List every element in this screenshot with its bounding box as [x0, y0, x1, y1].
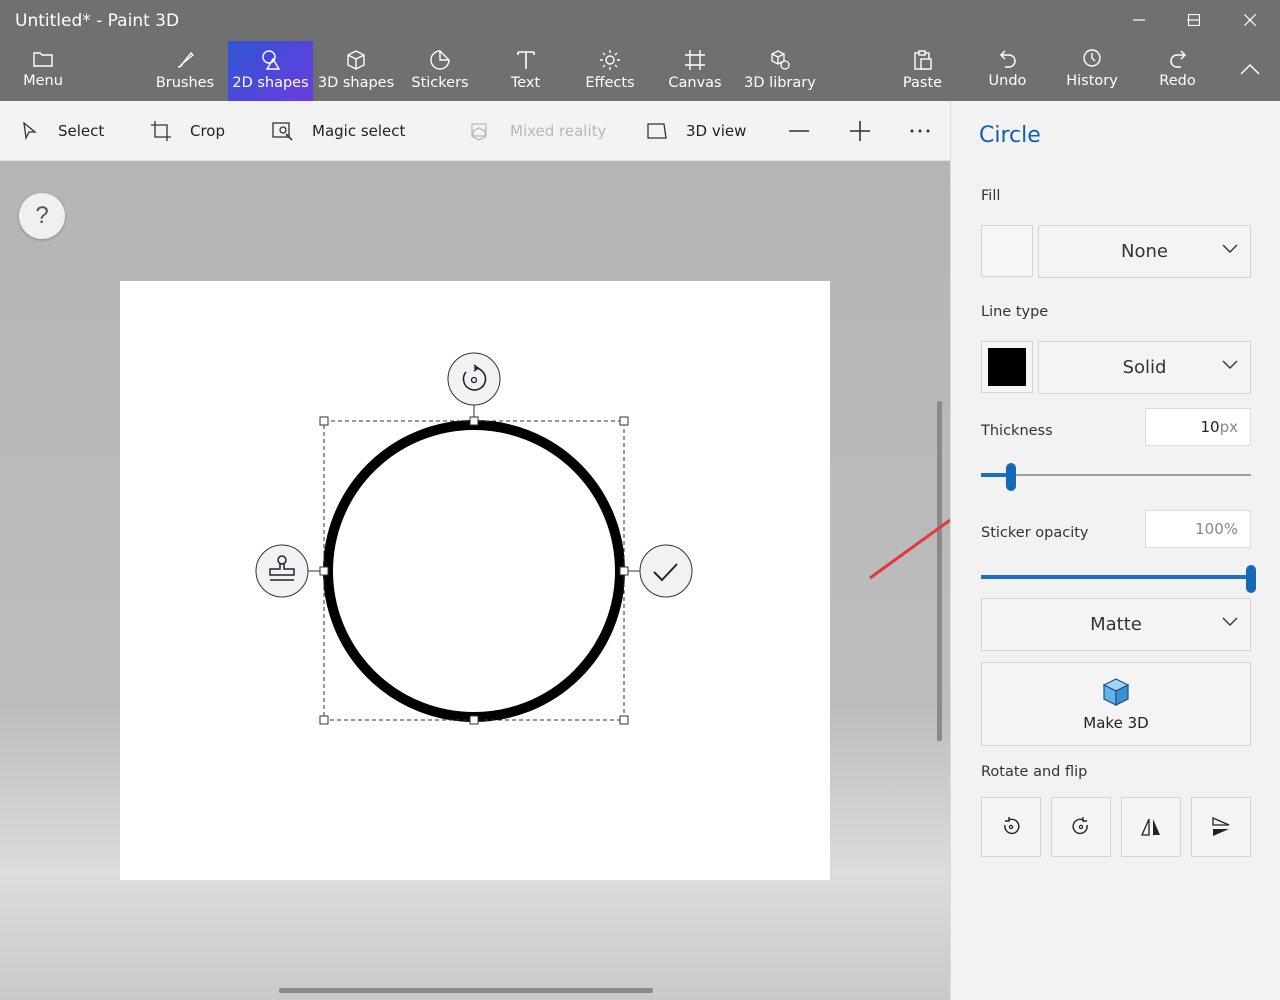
fill-label: Fill: [981, 188, 1001, 204]
chevron-down-icon: [1222, 244, 1238, 253]
undo-label: Undo: [988, 73, 1027, 89]
flip-vertical-icon: [1141, 818, 1160, 836]
flip-horizontal-button[interactable]: [1191, 797, 1251, 857]
make-3d-cube-icon: [1102, 678, 1130, 706]
history-icon: [1083, 49, 1101, 67]
opacity-value: 100%: [1195, 520, 1238, 538]
flip-horizontal-icon: [1212, 817, 1230, 836]
history-label: History: [1066, 73, 1118, 89]
opacity-input[interactable]: 100%: [1145, 510, 1251, 548]
circle-shape[interactable]: [323, 420, 625, 722]
redo-icon: [1169, 50, 1186, 68]
fill-value: None: [1121, 241, 1168, 262]
maximize-icon: [1188, 14, 1200, 26]
line-type-dropdown[interactable]: Solid: [1038, 341, 1251, 394]
line-color-fill: [988, 348, 1026, 386]
properties-panel: Circle Fill None Line type Solid Thickne…: [950, 101, 1280, 1000]
annotation-arrow: [869, 518, 950, 580]
close-icon: [1244, 14, 1256, 26]
history-button[interactable]: History: [1062, 41, 1122, 101]
close-button[interactable]: [1227, 4, 1273, 36]
make-3d-button[interactable]: Make 3D: [981, 662, 1251, 746]
line-type-value: Solid: [1122, 357, 1167, 378]
chevron-up-icon: [1240, 63, 1260, 75]
thickness-slider-thumb[interactable]: [1005, 463, 1016, 491]
chevron-down-icon: [1222, 617, 1238, 626]
stamp-handle[interactable]: [255, 544, 309, 598]
undo-icon: [999, 50, 1016, 68]
minimize-icon: [1133, 19, 1145, 21]
chevron-down-icon: [1222, 360, 1238, 369]
line-color-swatch[interactable]: [981, 341, 1033, 393]
collapse-ribbon-button[interactable]: [1232, 41, 1268, 101]
flip-vertical-button[interactable]: [1121, 797, 1181, 857]
thickness-slider[interactable]: [981, 463, 1251, 491]
redo-label: Redo: [1159, 73, 1196, 89]
thickness-input[interactable]: 10 px: [1145, 408, 1251, 446]
thickness-unit: px: [1219, 418, 1238, 436]
panel-title: Circle: [979, 123, 1041, 148]
maximize-button[interactable]: [1171, 4, 1217, 36]
rotate-right-button[interactable]: [1051, 797, 1111, 857]
opacity-slider[interactable]: [981, 565, 1256, 593]
canvas-overlay: [255, 352, 950, 725]
rotate-flip-label: Rotate and flip: [981, 764, 1088, 780]
minimize-button-2[interactable]: [1116, 4, 1162, 36]
fill-dropdown[interactable]: None: [1038, 225, 1251, 278]
redo-button[interactable]: Redo: [1150, 41, 1205, 101]
commit-handle[interactable]: [639, 544, 693, 598]
line-type-label: Line type: [981, 304, 1049, 320]
thickness-label: Thickness: [981, 423, 1053, 439]
finish-value: Matte: [1090, 614, 1142, 635]
undo-button[interactable]: Undo: [980, 41, 1035, 101]
rotate-right-icon: [1072, 817, 1088, 835]
rotate-handle[interactable]: [447, 352, 501, 406]
opacity-label: Sticker opacity: [981, 525, 1089, 541]
make-3d-label: Make 3D: [1083, 714, 1149, 732]
thickness-value: 10: [1200, 418, 1220, 436]
finish-dropdown[interactable]: Matte: [981, 598, 1251, 651]
rotate-left-icon: [1004, 817, 1020, 835]
rotate-left-button[interactable]: [981, 797, 1041, 857]
opacity-slider-thumb[interactable]: [1246, 565, 1256, 593]
fill-color-swatch[interactable]: [981, 225, 1033, 277]
